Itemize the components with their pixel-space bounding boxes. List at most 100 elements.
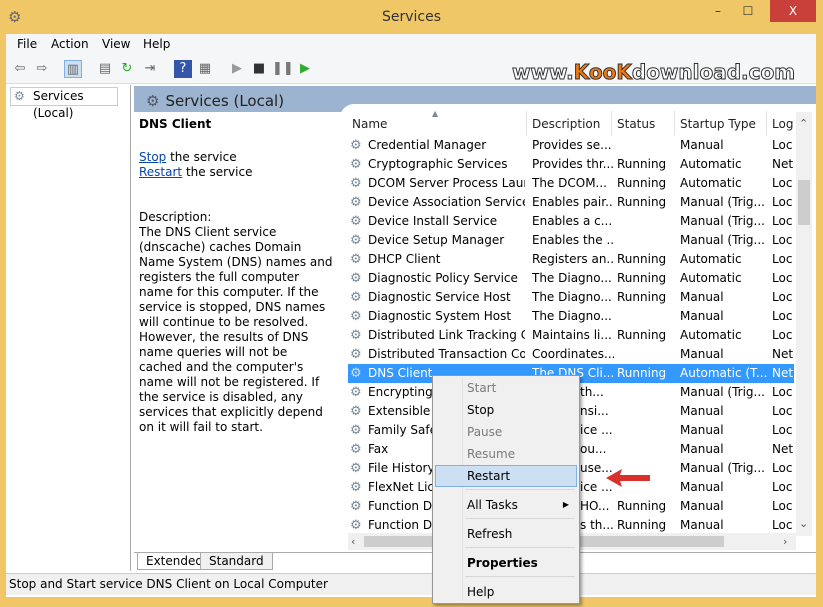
- table-row[interactable]: ⚙ Distributed Link Tracking Cl... Maintain…: [348, 326, 794, 345]
- stop-link[interactable]: Stop: [139, 150, 166, 164]
- gear-icon: ⚙: [350, 480, 362, 495]
- help-icon[interactable]: ?: [174, 60, 192, 78]
- gear-icon: ⚙: [350, 328, 362, 343]
- menu-action[interactable]: Action: [51, 37, 89, 51]
- menu-item-pause[interactable]: Pause: [435, 421, 577, 443]
- forward-icon[interactable]: ⇨: [33, 60, 51, 78]
- column-startup-type[interactable]: Startup Type: [680, 117, 756, 131]
- menu-item-label: Pause: [467, 425, 503, 439]
- table-row[interactable]: ⚙ DHCP Client Registers an... Running Automa…: [348, 250, 794, 269]
- cell-log-on-as: Loc: [772, 480, 793, 494]
- cell-startup-type: Manual: [680, 347, 724, 361]
- pause-service-icon[interactable]: ❚❚: [272, 60, 294, 78]
- table-row[interactable]: ⚙ Diagnostic Policy Service The Diagno... R…: [348, 269, 794, 288]
- tab-standard[interactable]: Standard: [200, 553, 273, 570]
- gear-icon: ⚙: [350, 233, 362, 248]
- cell-log-on-as: Loc: [772, 423, 793, 437]
- cell-startup-type: Manual: [680, 290, 724, 304]
- back-icon[interactable]: ⇦: [11, 60, 29, 78]
- cell-name: Distributed Transaction Co...: [368, 347, 525, 361]
- start-service-icon[interactable]: ▶: [228, 60, 246, 78]
- cell-description: Provides thr...: [532, 157, 614, 171]
- context-menu: Start Stop Pause Resume Restart All Tasks ▶ Ref…: [432, 375, 580, 604]
- menu-item-resume[interactable]: Resume: [435, 443, 577, 465]
- refresh-icon[interactable]: ↻: [118, 60, 136, 78]
- table-row[interactable]: ⚙ Diagnostic System Host The Diagno... Manu…: [348, 307, 794, 326]
- menu-separator: [465, 547, 575, 548]
- table-row[interactable]: ⚙ Cryptographic Services Provides thr... Ru…: [348, 155, 794, 174]
- maximize-button[interactable]: ☐: [734, 0, 762, 22]
- menu-help[interactable]: Help: [143, 37, 170, 51]
- table-row[interactable]: ⚙ Credential Manager Provides se... Manual L…: [348, 136, 794, 155]
- cell-description: Enables the ...: [532, 233, 614, 247]
- tree-item-services-local[interactable]: ⚙ Services (Local): [10, 87, 118, 120]
- pane-title-text: Services (Local): [165, 92, 285, 110]
- table-row[interactable]: ⚙ DCOM Server Process Laun... The DCOM... R…: [348, 174, 794, 193]
- table-row[interactable]: ⚙ Diagnostic Service Host The Diagno... Run…: [348, 288, 794, 307]
- scroll-right-icon[interactable]: ›: [783, 535, 787, 548]
- column-log-on-as[interactable]: Log: [772, 117, 793, 131]
- cell-log-on-as: Loc: [772, 233, 793, 247]
- menu-view[interactable]: View: [102, 37, 130, 51]
- cell-status: Running: [617, 328, 667, 342]
- cell-log-on-as: Loc: [772, 252, 793, 266]
- gear-icon: ⚙: [350, 499, 362, 514]
- close-button[interactable]: X: [770, 0, 816, 22]
- minimize-button[interactable]: –: [704, 0, 732, 22]
- menu-file[interactable]: File: [17, 37, 37, 51]
- restart-service-icon[interactable]: ▶: [296, 60, 314, 78]
- column-divider[interactable]: [526, 111, 527, 135]
- export-list-icon[interactable]: ⇥: [141, 60, 159, 78]
- table-row[interactable]: ⚙ Distributed Transaction Co... Coordinate…: [348, 345, 794, 364]
- cell-status: Running: [617, 499, 667, 513]
- vertical-scroll-thumb[interactable]: [798, 180, 810, 225]
- table-row[interactable]: ⚙ Device Setup Manager Enables the ... Manu…: [348, 231, 794, 250]
- menu-item-stop[interactable]: Stop: [435, 399, 577, 421]
- scroll-up-icon[interactable]: ⌃: [799, 117, 808, 130]
- cell-startup-type: Automatic: [680, 157, 742, 171]
- gear-icon: ⚙: [350, 157, 362, 172]
- vertical-scrollbar[interactable]: [796, 112, 812, 536]
- gear-icon: ⚙: [350, 385, 362, 400]
- column-name[interactable]: Name: [352, 117, 387, 131]
- show-hide-console-tree-icon[interactable]: ▥: [64, 60, 82, 78]
- menu-item-label: Refresh: [467, 527, 513, 541]
- scroll-left-icon[interactable]: ‹: [351, 535, 355, 548]
- menu-item-refresh[interactable]: Refresh: [435, 523, 577, 545]
- column-status[interactable]: Status: [617, 117, 655, 131]
- table-row[interactable]: ⚙ Device Install Service Enables a c... Man…: [348, 212, 794, 231]
- menu-item-label: Resume: [467, 447, 516, 461]
- menu-item-restart[interactable]: Restart: [435, 465, 577, 487]
- menu-item-properties[interactable]: Properties: [435, 552, 577, 574]
- gear-icon: ⚙: [350, 309, 362, 324]
- cell-description: Provides se...: [532, 138, 612, 152]
- cell-log-on-as: Loc: [772, 499, 793, 513]
- column-divider[interactable]: [674, 111, 675, 135]
- cell-status: Running: [617, 176, 667, 190]
- properties-icon[interactable]: ▤: [96, 60, 114, 78]
- cell-name: Distributed Link Tracking Cl...: [368, 328, 525, 342]
- column-description[interactable]: Description: [532, 117, 600, 131]
- cell-startup-type: Manual (Trig...: [680, 233, 765, 247]
- cell-status: Running: [617, 195, 667, 209]
- scroll-down-icon[interactable]: ⌄: [799, 517, 808, 530]
- show-action-pane-icon[interactable]: ▦: [196, 60, 214, 78]
- gear-icon: ⚙: [350, 347, 362, 362]
- cell-name: DCOM Server Process Laun...: [368, 176, 525, 190]
- submenu-arrow-icon: ▶: [562, 500, 569, 509]
- menu-item-all-tasks[interactable]: All Tasks ▶: [435, 494, 577, 516]
- gear-icon: ⚙: [350, 423, 362, 438]
- column-divider[interactable]: [611, 111, 612, 135]
- cell-name: Device Setup Manager: [368, 233, 505, 247]
- column-divider[interactable]: [766, 111, 767, 135]
- cell-startup-type: Manual (Trig...: [680, 214, 765, 228]
- menu-item-help[interactable]: Help: [435, 581, 577, 603]
- menu-item-start[interactable]: Start: [435, 377, 577, 399]
- cell-log-on-as: Loc: [772, 404, 793, 418]
- cell-startup-type: Manual (Trig...: [680, 461, 765, 475]
- gear-icon: ⚙: [350, 271, 362, 286]
- stop-service-icon[interactable]: ■: [250, 60, 268, 78]
- table-row[interactable]: ⚙ Device Association Service Enables pair.…: [348, 193, 794, 212]
- restart-link[interactable]: Restart: [139, 165, 182, 179]
- gear-icon: ⚙: [146, 92, 160, 110]
